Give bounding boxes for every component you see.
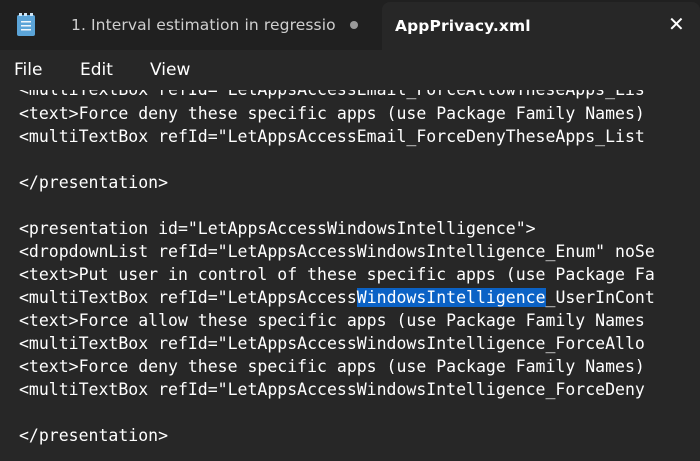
- editor-line: </presentation>: [19, 173, 169, 192]
- menu-edit[interactable]: Edit: [80, 60, 113, 80]
- menu-file[interactable]: File: [14, 60, 42, 80]
- tab-interval-estimation[interactable]: 1. Interval estimation in regressio: [58, 0, 378, 50]
- editor-line: <multiTextBox refId="LetAppsAccessWindow…: [19, 334, 645, 353]
- editor-line: <multiTextBox refId="LetAppsAccessWindow…: [19, 380, 645, 399]
- editor-line: <text>Force deny these specific apps (us…: [19, 357, 645, 376]
- editor-line: <dropdownList refId="LetAppsAccessWindow…: [19, 242, 655, 261]
- editor-line: <text>Force deny these specific apps (us…: [19, 104, 645, 123]
- editor-line: <presentation id="LetAppsAccessWindowsIn…: [19, 219, 536, 238]
- close-icon[interactable]: ✕: [668, 14, 685, 34]
- tab-label: AppPrivacy.xml: [395, 17, 531, 35]
- editor-line: </presentation>: [19, 426, 169, 445]
- editor-line-partial: <multiTextBox refId="LetAppsAccessEmail_…: [19, 90, 645, 101]
- editor-line: <multiTextBox refId="LetAppsAccessWindow…: [19, 288, 655, 307]
- menu-view[interactable]: View: [150, 60, 190, 80]
- notepad-icon: [17, 13, 35, 36]
- tab-label: 1. Interval estimation in regressio: [71, 16, 336, 34]
- tab-bar: 1. Interval estimation in regressio AppP…: [0, 0, 700, 50]
- editor-line: <text>Force allow these specific apps (u…: [19, 311, 645, 330]
- tab-appprivacy[interactable]: AppPrivacy.xml ✕: [382, 2, 700, 50]
- text-editor[interactable]: <multiTextBox refId="LetAppsAccessEmail_…: [0, 90, 700, 461]
- editor-line: <multiTextBox refId="LetAppsAccessEmail_…: [19, 127, 645, 146]
- menu-bar: File Edit View: [0, 50, 700, 90]
- editor-line: <text>Put user in control of these speci…: [19, 265, 655, 284]
- unsaved-dot-icon: [350, 21, 358, 29]
- selected-text: WindowsIntelligence: [356, 288, 546, 307]
